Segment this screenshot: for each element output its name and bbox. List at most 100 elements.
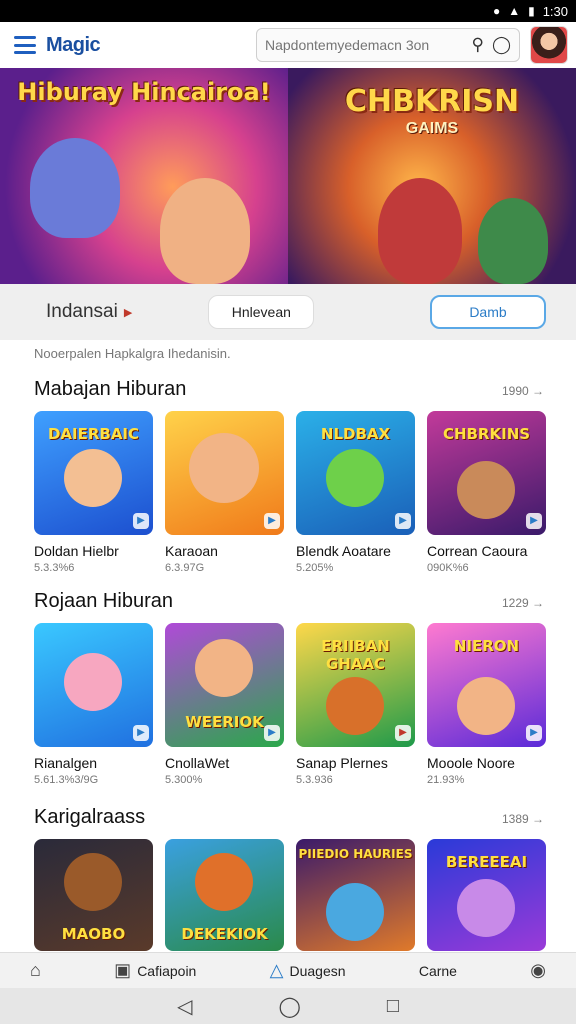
search-input[interactable] — [265, 37, 464, 53]
game-card[interactable]: PIIEDIO HAURIES — [296, 839, 415, 951]
region-label: Indansai — [46, 301, 118, 322]
signal-icon: ▲ — [508, 4, 521, 18]
game-title: Doldan Hielbr — [34, 543, 119, 559]
banner-character-boy — [160, 178, 250, 284]
nav-item-4[interactable]: Carne — [419, 963, 457, 979]
filter-pill-2[interactable]: Damb — [430, 295, 546, 329]
section-3: Karigalraass 1389 → MAOBO DEKEKIOK PIIED… — [0, 806, 576, 951]
banner-character-creature — [30, 138, 120, 238]
status-bar: ● ▲ ▮ 1:30 — [0, 0, 576, 22]
game-thumbnail: ▶ — [165, 411, 284, 535]
nav-item-4-label: Carne — [418, 962, 457, 979]
home-icon: ⌂ — [30, 960, 41, 980]
game-title: CnollaWet — [165, 755, 230, 771]
banner-character-boy-red — [378, 178, 462, 284]
section-title: Karigalraass — [34, 806, 146, 828]
bottom-nav: ⌂ ▣ Cafiapoin △ Duagesn Carne ◉ — [0, 952, 576, 988]
game-meta: 21.93% — [427, 774, 465, 786]
bag-icon: ▣ — [114, 960, 132, 980]
play-icon: ▶ — [133, 513, 149, 529]
nav-home[interactable]: ⌂ — [30, 960, 41, 981]
play-icon: ▶ — [264, 725, 280, 741]
app-bar: Magic ⚲ ◯ — [0, 22, 576, 68]
game-card[interactable]: NLDBAX ▶ Blendk Aoatare 5.205% — [296, 411, 415, 574]
game-meta: 5.205% — [296, 562, 334, 574]
recents-icon[interactable]: □ — [387, 995, 399, 1018]
banner-right-subtitle: GAIMS — [405, 120, 459, 137]
mic-icon[interactable]: ◯ — [492, 35, 511, 55]
profile-icon: ◉ — [530, 960, 546, 980]
banner-character-green — [478, 198, 548, 284]
game-title: Correan Caoura — [427, 543, 528, 559]
filter-pill-1[interactable]: Hnlevean — [208, 295, 315, 329]
game-title: Sanap Plernes — [296, 755, 388, 771]
nav-item-3[interactable]: △ Duagesn — [270, 960, 346, 981]
filter-bar: Indansai ▶ Hnlevean Damb — [0, 284, 576, 340]
game-card[interactable]: DAIERBAIC ▶ Doldan Hielbr 5.3.3%6 — [34, 411, 153, 574]
search-icon[interactable]: ⚲ — [472, 35, 484, 55]
game-meta: 5.61.3%3/9G — [34, 774, 99, 786]
game-card[interactable]: ▶ Karaoan 6.3.97G — [165, 411, 284, 574]
game-thumbnail: NIERON ▶ — [427, 623, 546, 747]
game-card[interactable]: WEERIOK ▶ CnollaWet 5.300% — [165, 623, 284, 786]
hero-banner: Hiburay Hincairoa! CHBKRISN GAIMS — [0, 68, 576, 284]
status-time: 1:30 — [542, 3, 568, 19]
game-meta: 5.3.936 — [296, 774, 333, 786]
play-icon: ▶ — [526, 725, 542, 741]
game-card[interactable]: ▶ Rianalgen 5.61.3%3/9G — [34, 623, 153, 786]
game-thumbnail: ▶ — [34, 623, 153, 747]
game-title: Blendk Aoatare — [296, 543, 391, 559]
game-card[interactable]: ERIIBAN GHAAC ▶ Sanap Plernes 5.3.936 — [296, 623, 415, 786]
game-thumbnail: DEKEKIOK — [165, 839, 284, 951]
game-title: Karaoan — [165, 543, 218, 559]
game-meta: 6.3.97G — [165, 562, 205, 574]
banner-left-title: Hiburay Hincairoa! — [17, 78, 271, 106]
region-selector[interactable]: Indansai ▶ — [46, 301, 132, 323]
game-meta: 5.3.3%6 — [34, 562, 75, 574]
section-title: Rojaan Hiburan — [34, 590, 173, 612]
app-logo[interactable]: Magic — [46, 34, 101, 57]
menu-icon[interactable] — [14, 36, 36, 54]
play-icon: ▶ — [133, 725, 149, 741]
nav-item-2[interactable]: ▣ Cafiapoin — [114, 960, 196, 981]
game-card[interactable]: BEREEEAI — [427, 839, 546, 951]
section-2: Rojaan Hiburan 1229 → ▶ Rianalgen 5.61.3… — [0, 590, 576, 786]
game-title: Mooole Noore — [427, 755, 515, 771]
game-thumbnail: MAOBO — [34, 839, 153, 951]
avatar[interactable] — [530, 26, 568, 64]
nav-profile[interactable]: ◉ — [530, 960, 546, 981]
section-more-link[interactable]: 1990 → — [502, 384, 544, 398]
section-more-link[interactable]: 1389 → — [502, 812, 544, 826]
game-thumbnail: WEERIOK ▶ — [165, 623, 284, 747]
play-icon: ▶ — [395, 725, 411, 741]
nav-item-2-label: Cafiapoin — [137, 962, 197, 979]
info-note: Nooerpalen Hapkalgra Ihedanisin. — [34, 346, 231, 361]
game-meta: 090K%6 — [427, 562, 469, 574]
game-thumbnail: PIIEDIO HAURIES — [296, 839, 415, 951]
banner-right[interactable]: CHBKRISN GAIMS — [288, 68, 576, 284]
game-thumbnail: CHBRKINS ▶ — [427, 411, 546, 535]
section-title: Mabajan Hiburan — [34, 378, 187, 400]
section-more-link[interactable]: 1229 → — [502, 596, 544, 610]
game-title: Rianalgen — [34, 755, 98, 771]
game-card[interactable]: DEKEKIOK — [165, 839, 284, 951]
game-thumbnail: DAIERBAIC ▶ — [34, 411, 153, 535]
back-icon[interactable]: ◁ — [177, 994, 192, 1019]
search-box: ⚲ ◯ — [256, 28, 520, 62]
play-icon: ▶ — [264, 513, 280, 529]
home-circle-icon[interactable]: ◯ — [278, 994, 300, 1019]
banner-right-title: CHBKRISN — [344, 84, 520, 119]
banner-left[interactable]: Hiburay Hincairoa! — [0, 68, 288, 284]
game-card[interactable]: MAOBO — [34, 839, 153, 951]
game-thumbnail: BEREEEAI — [427, 839, 546, 951]
system-nav-bar: ◁ ◯ □ — [0, 988, 576, 1024]
caret-right-icon: ▶ — [123, 306, 133, 319]
wifi-icon: ● — [492, 4, 501, 18]
play-icon: ▶ — [395, 513, 411, 529]
game-card[interactable]: CHBRKINS ▶ Correan Caoura 090K%6 — [427, 411, 546, 574]
game-thumbnail: NLDBAX ▶ — [296, 411, 415, 535]
game-meta: 5.300% — [165, 774, 203, 786]
game-card[interactable]: NIERON ▶ Mooole Noore 21.93% — [427, 623, 546, 786]
battery-icon: ▮ — [528, 4, 535, 18]
game-thumbnail: ERIIBAN GHAAC ▶ — [296, 623, 415, 747]
